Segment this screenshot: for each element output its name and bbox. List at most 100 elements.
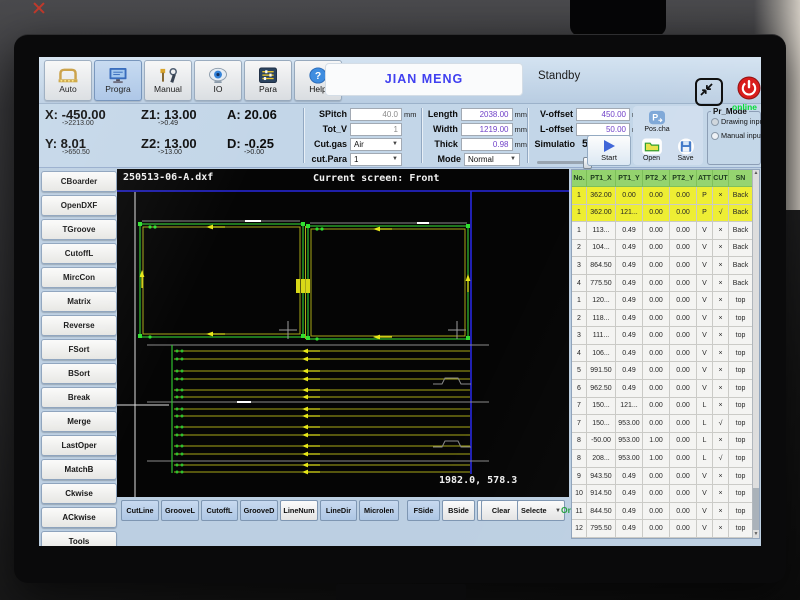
spitch-field[interactable]: 40.0 — [350, 108, 402, 121]
table-cell: 0.00 — [643, 222, 670, 240]
table-cell: 0.49 — [616, 222, 643, 240]
sidebar-item-break[interactable]: Break — [41, 387, 117, 408]
table-cell: 0.00 — [670, 468, 697, 486]
voffset-field[interactable]: 450.00 — [576, 108, 630, 121]
save-button[interactable]: Save — [669, 136, 702, 164]
table-row[interactable]: 1362.00121...0.000.00P√Back — [572, 205, 753, 223]
table-cell: top — [729, 362, 753, 380]
select-dropdown[interactable]: Selecte ▼ — [517, 500, 565, 521]
radio-manual-input[interactable]: Manual input — [711, 131, 758, 140]
table-body: 1362.000.000.000.00P×Back1362.00121...0.… — [572, 187, 753, 538]
table-row[interactable]: 6962.500.490.000.00V×top — [572, 380, 753, 398]
loffset-field[interactable]: 50.00 — [576, 123, 630, 136]
table-row[interactable]: 2118...0.490.000.00V×top — [572, 310, 753, 328]
table-row[interactable]: 12795.500.490.000.00V×top — [572, 520, 753, 538]
table-cell: V — [697, 327, 713, 345]
sidebar-item-matchb[interactable]: MatchB — [41, 459, 117, 480]
toolbar-button-para[interactable]: Para — [244, 60, 292, 101]
monitor-stand — [336, 584, 466, 600]
cutgas-dropdown[interactable]: Air▼ — [350, 138, 402, 151]
table-row[interactable]: 1120...0.490.000.00V×top — [572, 292, 753, 310]
sidebar-item-opendxf[interactable]: OpenDXF — [41, 195, 117, 216]
microlen-button[interactable]: Microlen — [359, 500, 399, 521]
table-row[interactable]: 1113...0.490.000.00V×Back — [572, 222, 753, 240]
table-row[interactable]: 1362.000.000.000.00P×Back — [572, 187, 753, 205]
sidebar-item-reverse[interactable]: Reverse — [41, 315, 117, 336]
toolbar-button-manual[interactable]: Manual — [144, 60, 192, 101]
table-cell: 0.49 — [616, 468, 643, 486]
machine-title: JIAN MENG — [325, 63, 523, 96]
sidebar-item-tools[interactable]: Tools — [41, 531, 117, 546]
width-field[interactable]: 1219.00 — [461, 123, 513, 136]
axis-y-readout: Y: 8.01 ->650.50 — [45, 136, 141, 165]
sidebar-item-fsort[interactable]: FSort — [41, 339, 117, 360]
mode-dropdown[interactable]: Normal▼ — [464, 153, 520, 166]
table-row[interactable]: 7150...953.000.000.00L√top — [572, 415, 753, 433]
table-cell: 5 — [572, 362, 587, 380]
fside-button[interactable]: FSide — [407, 500, 440, 521]
sidebar-item-merge[interactable]: Merge — [41, 411, 117, 432]
length-field[interactable]: 2038.00 — [461, 108, 513, 121]
sidebar-item-lastoper[interactable]: LastOper — [41, 435, 117, 456]
toolbar-button-auto[interactable]: Auto — [44, 60, 92, 101]
sidebar-item-matrix[interactable]: Matrix — [41, 291, 117, 312]
table-row[interactable]: 4775.500.490.000.00V×Back — [572, 275, 753, 293]
chevron-down-icon: ▼ — [392, 141, 398, 147]
open-button[interactable]: Open — [635, 136, 668, 164]
drawing-canvas[interactable]: 250513-06-A.dxf Current screen: Front — [117, 169, 569, 497]
spitch-unit: mm — [404, 110, 417, 119]
table-cell: 864.50 — [587, 257, 616, 275]
table-row[interactable]: 5991.500.490.000.00V×top — [572, 362, 753, 380]
sidebar-item-tgroove[interactable]: TGroove — [41, 219, 117, 240]
table-scrollbar[interactable]: ▲ ▼ — [752, 170, 759, 538]
thick-field[interactable]: 0.98 — [461, 138, 513, 151]
sidebar-item-mirccon[interactable]: MircCon — [41, 267, 117, 288]
scroll-up-icon[interactable]: ▲ — [753, 170, 759, 177]
bside-button[interactable]: BSide — [442, 500, 475, 521]
table-cell: × — [713, 468, 729, 486]
table-row[interactable]: 10914.500.490.000.00V×top — [572, 485, 753, 503]
table-cell: 8 — [572, 433, 587, 451]
table-cell: 0.00 — [670, 222, 697, 240]
table-row[interactable]: 8-50.00953.001.000.00L×top — [572, 433, 753, 451]
groovel-button[interactable]: GrooveL — [161, 500, 199, 521]
radio-drawing-input[interactable]: Drawing inpu — [711, 117, 758, 126]
table-cell: × — [713, 222, 729, 240]
open-folder-icon — [641, 138, 663, 155]
start-button[interactable]: Start — [587, 135, 631, 166]
restore-window-button[interactable] — [695, 78, 723, 106]
sidebar-item-ckwise[interactable]: Ckwise — [41, 483, 117, 504]
table-row[interactable]: 7150...121...0.000.00L×top — [572, 398, 753, 416]
table-row[interactable]: 3864.500.490.000.00V×Back — [572, 257, 753, 275]
scroll-thumb[interactable] — [753, 488, 759, 530]
totv-field[interactable]: 1 — [350, 123, 402, 136]
sidebar-item-ackwise[interactable]: ACkwise — [41, 507, 117, 528]
table-row[interactable]: 4106...0.490.000.00V×top — [572, 345, 753, 363]
table-cell: top — [729, 503, 753, 521]
table-row[interactable]: 9943.500.490.000.00V×top — [572, 468, 753, 486]
column-header: ATT — [697, 170, 713, 187]
cutline-button[interactable]: CutLine — [121, 500, 159, 521]
cutpara-dropdown[interactable]: 1▼ — [350, 153, 402, 166]
linenum-button[interactable]: LineNum — [280, 500, 318, 521]
sidebar-item-cboarder[interactable]: CBoarder — [41, 171, 117, 192]
clear-button[interactable]: Clear — [481, 500, 521, 521]
cutoffl-button[interactable]: CutoffL — [201, 500, 238, 521]
table-cell: 1.00 — [643, 450, 670, 468]
toolbar-button-progra[interactable]: Progra — [94, 60, 142, 101]
pos-change-button[interactable]: P Pos.cha — [637, 107, 677, 136]
table-row[interactable]: 11844.500.490.000.00V×top — [572, 503, 753, 521]
table-row[interactable]: 3111...0.490.000.00V×top — [572, 327, 753, 345]
grooved-button[interactable]: GrooveD — [240, 500, 278, 521]
toolbar-button-io[interactable]: IO — [194, 60, 242, 101]
linedir-button[interactable]: LineDir — [320, 500, 357, 521]
table-row[interactable]: 2104...0.490.000.00V×Back — [572, 240, 753, 258]
scroll-down-icon[interactable]: ▼ — [753, 531, 759, 538]
table-cell: 7 — [572, 398, 587, 416]
table-row[interactable]: 8208...953.001.000.00L√top — [572, 450, 753, 468]
table-cell: 0.00 — [643, 292, 670, 310]
chevron-down-icon: ▼ — [392, 156, 398, 162]
power-button[interactable] — [737, 76, 761, 100]
sidebar-item-cutoffl[interactable]: CutoffL — [41, 243, 117, 264]
sidebar-item-bsort[interactable]: BSort — [41, 363, 117, 384]
